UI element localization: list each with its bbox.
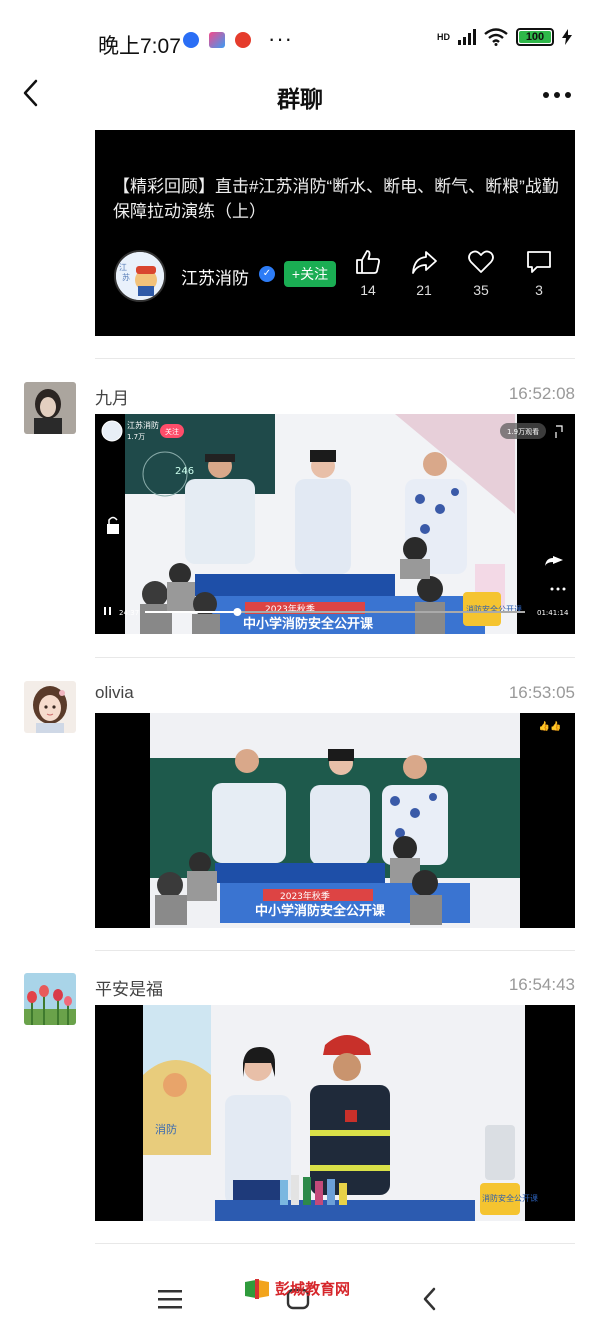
video-more-icon[interactable] <box>550 587 566 591</box>
shared-video-title: 【精彩回顾】直击#江苏消防“断水、断电、断气、断粮”战勤保障拉动演练（上） <box>113 177 559 221</box>
comment-count: 3 <box>535 282 543 298</box>
battery-icon: 100 <box>516 28 554 46</box>
banner-top-text: 2023年秋季 <box>280 890 330 902</box>
status-more-icon: ··· <box>268 26 293 51</box>
channel-name[interactable]: 江苏消防 <box>181 264 249 289</box>
poster-text: 消防 <box>155 1122 177 1136</box>
system-nav-bar: 彭城教育网 <box>0 1270 600 1333</box>
menu-nav-button[interactable] <box>158 1288 182 1310</box>
video-channel-name: 江苏消防 <box>127 420 159 430</box>
avatar-illustration <box>24 681 76 733</box>
page-title: 群聊 <box>277 86 323 112</box>
top-nav: 群聊 <box>0 79 600 112</box>
video-player[interactable]: 246 2023年秋季 中小学消防安全公开课 消防安全公开课 江苏消防 1.7万… <box>95 414 575 634</box>
sender-avatar[interactable] <box>24 681 76 733</box>
video-player[interactable]: 2023年秋季 中小学消防安全公开课 😘😘👍👍✌✌ <box>95 713 575 928</box>
progress-knob[interactable] <box>233 608 242 616</box>
progress-fill <box>145 611 238 613</box>
shared-video-card[interactable]: 【精彩回顾】直击#江苏消防“断水、断电、断气、断粮”战勤保障拉动演练（上） 江 … <box>95 130 575 336</box>
divider <box>95 657 575 658</box>
more-options-button[interactable] <box>542 90 572 100</box>
svg-text:苏: 苏 <box>122 272 130 282</box>
svg-text:江: 江 <box>119 263 127 272</box>
board-number: 246 <box>175 466 194 477</box>
back-nav-button[interactable] <box>420 1286 440 1312</box>
battery-level: 100 <box>519 31 551 43</box>
like-action[interactable]: 14 <box>348 248 388 298</box>
banner-main-text: 中小学消防安全公开课 <box>255 903 386 919</box>
sender-name: olivia <box>95 683 134 702</box>
sender-avatar[interactable] <box>24 382 76 434</box>
divider <box>95 1243 575 1244</box>
favorite-action[interactable]: 35 <box>461 248 501 298</box>
sender-avatar[interactable] <box>24 973 76 1025</box>
comment-icon <box>527 251 551 273</box>
follow-button[interactable]: +关注 <box>284 261 336 287</box>
share-icon <box>412 251 437 274</box>
video-player[interactable]: 消防 消防安全公开课 <box>95 1005 575 1221</box>
message-time: 16:52:08 <box>508 384 575 403</box>
verified-badge-icon: ✓ <box>259 266 275 282</box>
system-status: HD 100 <box>437 28 572 46</box>
channel-logo-image: 江 苏 <box>116 252 164 300</box>
thumbs-up-icon <box>356 250 380 274</box>
banner-top-text: 2023年秋季 <box>265 603 315 615</box>
total-duration: 01:41:14 <box>537 609 569 617</box>
video-follow-button[interactable]: 关注 <box>165 427 179 436</box>
charging-icon <box>562 29 572 45</box>
divider <box>95 358 575 359</box>
video-frame: 消防 消防安全公开课 <box>95 1005 575 1221</box>
status-bar: 晚上7:07 ··· HD 100 <box>0 0 600 80</box>
elapsed-time: 24:37 <box>119 609 139 617</box>
message-time: 16:53:05 <box>508 683 575 702</box>
signal-icon <box>458 29 476 45</box>
channel-avatar[interactable]: 江 苏 <box>114 250 166 302</box>
news-app-icon <box>235 32 251 48</box>
heart-icon <box>468 250 494 273</box>
divider <box>95 950 575 951</box>
view-count: 1.9万观看 <box>507 428 539 436</box>
watermark: 彭城教育网 <box>243 1276 350 1300</box>
like-count: 14 <box>360 282 376 298</box>
sender-name: 平安是福 <box>95 980 163 999</box>
video-followers: 1.7万 <box>127 433 145 441</box>
comment-action[interactable]: 3 <box>519 248 559 298</box>
hd-icon: HD <box>437 32 450 42</box>
banner-main-text: 中小学消防安全公开课 <box>243 616 374 632</box>
reaction-emojis: 😘😘👍👍✌✌ <box>520 720 575 732</box>
status-time: 晚上7:07 <box>98 35 181 58</box>
app-notification-icon <box>183 32 199 48</box>
notification-icons <box>183 32 251 48</box>
video-app-icon <box>209 32 225 48</box>
message-time: 16:54:43 <box>508 975 575 994</box>
avatar-flowers <box>24 973 76 1025</box>
wifi-icon <box>484 28 508 46</box>
avatar-photo <box>24 382 76 434</box>
book-logo-icon <box>245 1279 269 1299</box>
share-count: 21 <box>416 282 432 298</box>
video-frame: 246 2023年秋季 中小学消防安全公开课 消防安全公开课 江苏消防 1.7万… <box>95 414 575 634</box>
show-logo: 消防安全公开课 <box>482 1193 538 1203</box>
share-action[interactable]: 21 <box>404 248 444 298</box>
watermark-text: 彭城教育网 <box>275 1279 351 1298</box>
sender-name: 九月 <box>95 389 129 408</box>
video-frame: 2023年秋季 中小学消防安全公开课 😘😘👍👍✌✌ <box>95 713 575 928</box>
favorite-count: 35 <box>473 282 489 298</box>
